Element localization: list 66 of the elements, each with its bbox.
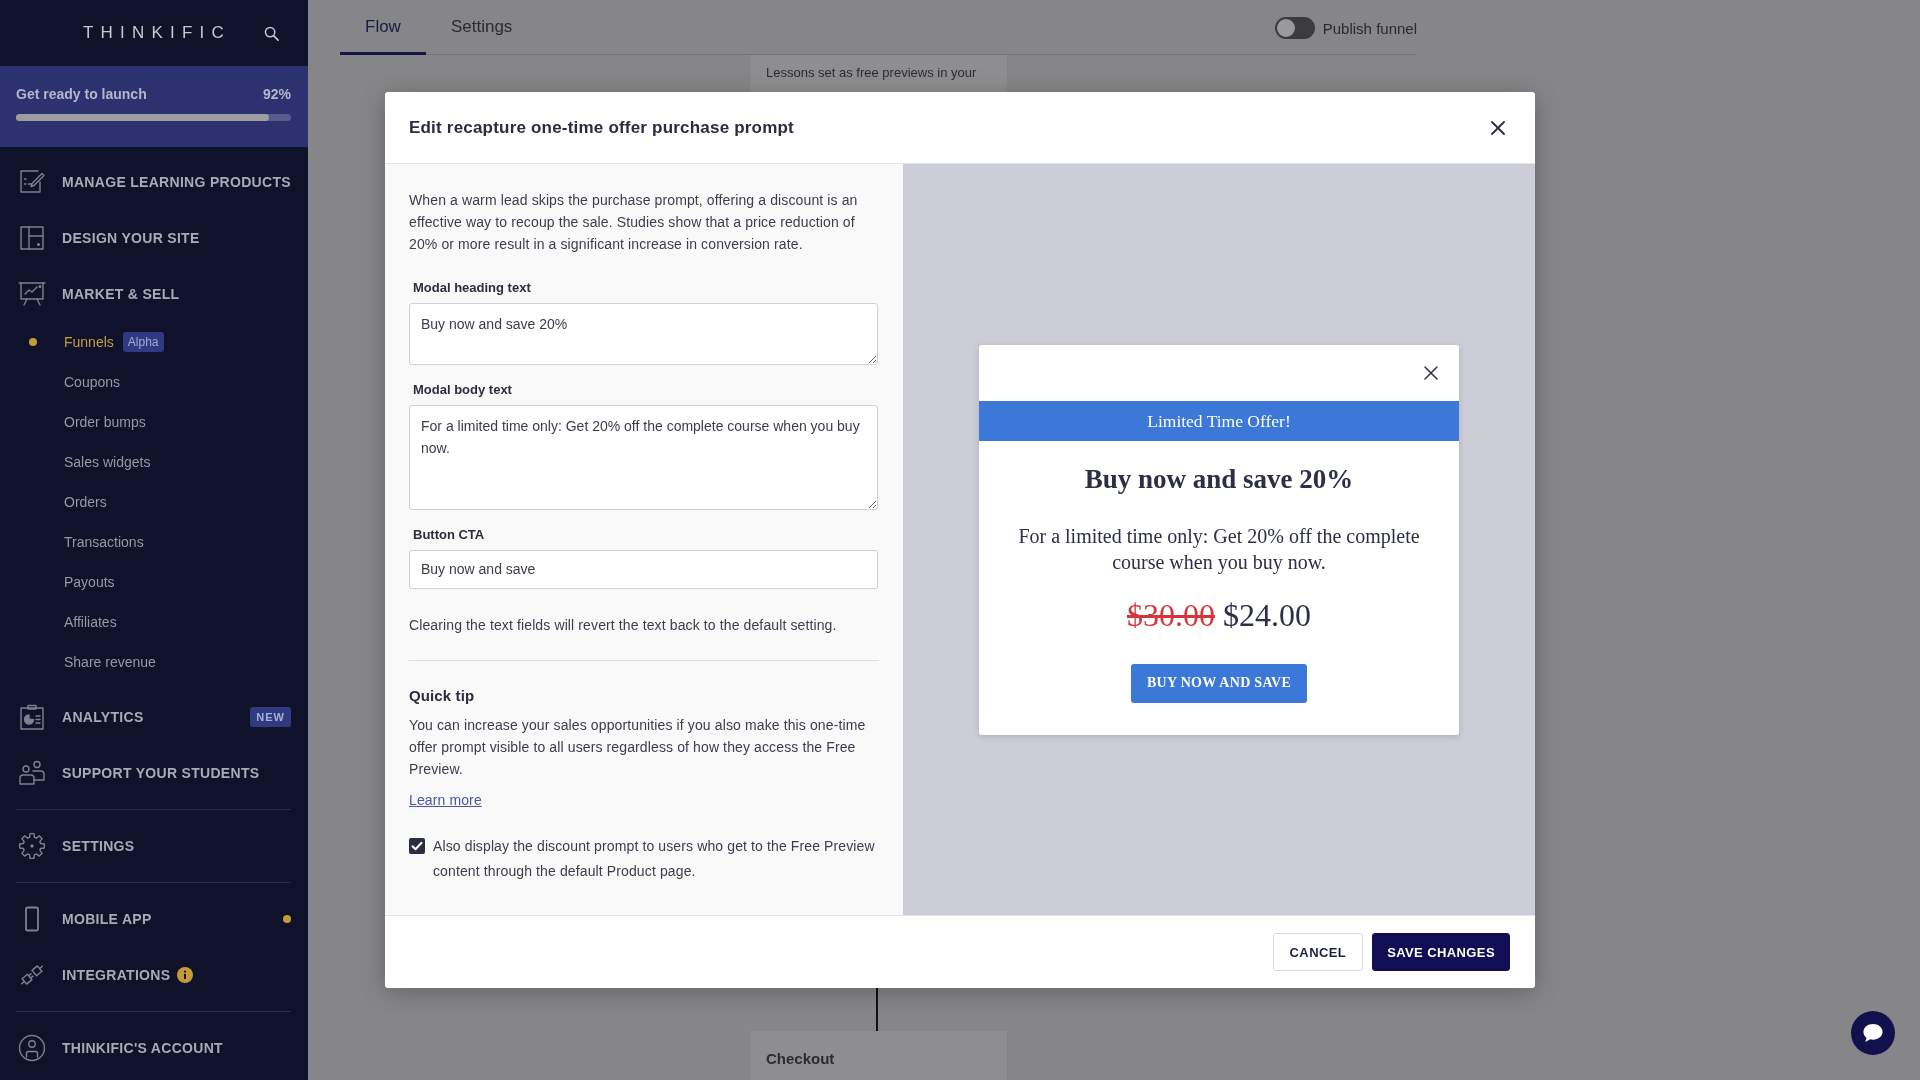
tip-title: Quick tip bbox=[409, 686, 476, 706]
nav-subitem[interactable]: Order bumps bbox=[0, 402, 308, 442]
offer-text: For a limited time only: Get 20% off the complete course when you buy now. bbox=[1017, 523, 1421, 575]
field-label: Button CTA bbox=[413, 526, 486, 544]
field-label: Modal body text bbox=[413, 381, 513, 399]
launch-label: Get ready to launch bbox=[16, 85, 147, 103]
cancel-button[interactable]: CANCEL bbox=[1272, 933, 1364, 971]
offer-banner: Limited Time Offer! bbox=[979, 400, 1459, 441]
logo[interactable]: THINKIFIC bbox=[83, 23, 231, 43]
close-icon[interactable] bbox=[1424, 365, 1438, 380]
price: $24.00 bbox=[1223, 595, 1311, 635]
nav-item[interactable]: THINKIFIC'S ACCOUNT bbox=[0, 1020, 308, 1076]
toggle-label: Publish funnel bbox=[1322, 19, 1417, 37]
step-card[interactable]: Checkout bbox=[750, 1031, 1007, 1080]
nav-subitem[interactable]: Affiliates bbox=[0, 602, 308, 642]
tab[interactable]: Settings bbox=[425, 0, 538, 55]
connector-line bbox=[876, 988, 878, 1031]
nav-item[interactable]: DESIGN YOUR SITE bbox=[0, 210, 308, 266]
user-icon bbox=[18, 1034, 46, 1062]
chart-board-icon bbox=[18, 280, 46, 308]
text-area[interactable]: For a limited time only: Get 20% off the complete course when you buy now. bbox=[409, 405, 878, 510]
checkbox-label: Also display the discount prompt to users who get to the Free Preview content through the default Product page. bbox=[433, 837, 876, 881]
buy-button[interactable]: BUY NOW AND SAVE bbox=[1130, 663, 1308, 703]
settings-icon bbox=[18, 832, 46, 860]
clipboard-chart-icon bbox=[18, 703, 46, 731]
launch-banner[interactable]: Get ready to launch 92% bbox=[0, 66, 308, 147]
layout-icon bbox=[18, 224, 46, 252]
nav-subitem[interactable]: Payouts bbox=[0, 562, 308, 602]
note-card: Lessons set as free previews in your bbox=[750, 55, 1007, 92]
nav-item[interactable]: MANAGE LEARNING PRODUCTS bbox=[0, 154, 308, 210]
old-price: $30.00 bbox=[1127, 595, 1215, 635]
learn-more-link[interactable]: Learn more bbox=[409, 789, 482, 811]
intro-text: When a warm lead skips the purchase prompt, offering a discount is an effective way to recoup the sale. Studies show that a price reduction of 20% or more result in a significant increase in conversion rate. bbox=[409, 191, 859, 254]
hint-text: Clearing the text fields will revert the text back to the default setting. bbox=[409, 616, 838, 635]
new-badge: NEW bbox=[250, 707, 291, 727]
nav-subitem[interactable]: Coupons bbox=[0, 362, 308, 402]
dot-icon bbox=[29, 338, 37, 346]
pencil-card-icon bbox=[18, 168, 46, 196]
launch-percent: 92% bbox=[262, 85, 291, 103]
nav-subitem[interactable]: Transactions bbox=[0, 522, 308, 562]
nav-item[interactable]: SUPPORT YOUR STUDENTS bbox=[0, 745, 308, 801]
tip-text: You can increase your sales opportunities if you also make this one-time offer prompt visible to all users regardless of how they access the Free Preview. bbox=[409, 716, 867, 779]
nav-item[interactable]: SETTINGS bbox=[0, 818, 308, 874]
chat-icon bbox=[1862, 1023, 1884, 1043]
checkbox[interactable] bbox=[409, 838, 425, 854]
search-icon[interactable] bbox=[264, 25, 279, 41]
text-area[interactable]: Buy now and save 20% bbox=[409, 303, 878, 365]
nav-item[interactable]: ANALYTICS NEW bbox=[0, 689, 308, 745]
nav-item[interactable]: INTEGRATIONS bbox=[0, 947, 308, 1003]
chat-button[interactable] bbox=[1851, 1011, 1895, 1055]
input-field[interactable]: Buy now and save bbox=[409, 550, 878, 589]
close-icon[interactable] bbox=[1491, 120, 1505, 135]
people-icon bbox=[18, 759, 46, 787]
nav-item[interactable]: MARKET & SELL bbox=[0, 266, 308, 322]
nav-item[interactable]: MOBILE APP bbox=[0, 891, 308, 947]
nav-subitem[interactable]: Sales widgets bbox=[0, 442, 308, 482]
dialog-title: Edit recapture one-time offer purchase prompt bbox=[409, 117, 794, 138]
save-button[interactable]: SAVE CHANGES bbox=[1372, 933, 1510, 971]
nav-subitem[interactable]: Funnels Alpha bbox=[0, 322, 308, 362]
field-label: Modal heading text bbox=[413, 279, 532, 297]
offer-heading: Buy now and save 20% bbox=[1083, 462, 1355, 496]
tab[interactable]: Flow bbox=[340, 0, 426, 55]
nav-subitem[interactable]: Share revenue bbox=[0, 642, 308, 682]
alpha-badge: Alpha bbox=[122, 332, 164, 352]
nav-subitem[interactable]: Orders bbox=[0, 482, 308, 522]
toggle-switch[interactable] bbox=[1274, 17, 1315, 39]
